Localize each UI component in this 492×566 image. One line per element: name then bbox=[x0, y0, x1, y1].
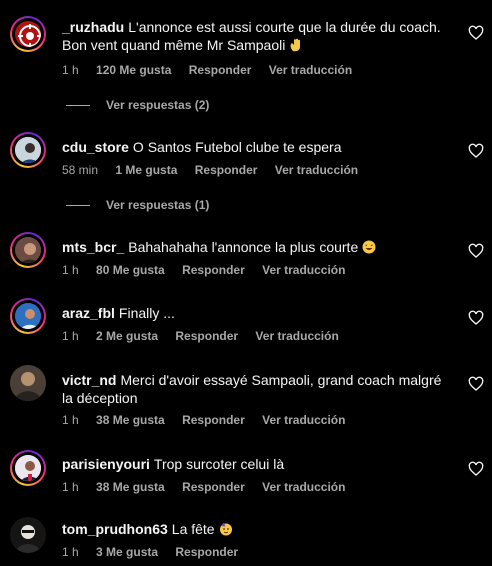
laughing-face-icon bbox=[362, 240, 376, 254]
comment-body: Trop surcoter celui là bbox=[153, 456, 285, 472]
translate-button[interactable]: Ver traducción bbox=[269, 63, 352, 77]
view-replies-label: Ver respuestas (2) bbox=[106, 98, 210, 112]
comment-username[interactable]: victr_nd bbox=[62, 372, 116, 388]
comment-likes[interactable]: 1 Me gusta bbox=[115, 163, 177, 177]
comment-likes[interactable]: 80 Me gusta bbox=[96, 263, 165, 277]
comment-time: 1 h bbox=[62, 413, 79, 427]
comment-body: Bahahahaha l'annonce la plus courte bbox=[128, 239, 359, 255]
comment-text: _ruzhadu L'annonce est aussi courte que l… bbox=[62, 18, 452, 54]
comment-time: 1 h bbox=[62, 63, 79, 77]
avatar-photo bbox=[15, 303, 41, 329]
comment-meta: 1 h 80 Me gusta Responder Ver traducción bbox=[62, 263, 359, 277]
avatar-photo bbox=[15, 237, 41, 263]
comment-meta: 1 h 2 Me gusta Responder Ver traducción bbox=[62, 329, 353, 343]
translate-button[interactable]: Ver traducción bbox=[262, 480, 345, 494]
avatar[interactable] bbox=[10, 16, 46, 52]
comment-text: tom_prudhon63 La fête bbox=[62, 520, 452, 538]
avatar[interactable] bbox=[10, 132, 46, 168]
comment-time: 1 h bbox=[62, 263, 79, 277]
avatar[interactable] bbox=[10, 298, 46, 334]
comment-meta: 1 h 38 Me gusta Responder Ver traducción bbox=[62, 413, 359, 427]
translate-button[interactable]: Ver traducción bbox=[262, 413, 345, 427]
comment-text: cdu_store O Santos Futebol clube te esper… bbox=[62, 138, 452, 156]
like-heart-icon[interactable] bbox=[468, 243, 484, 259]
like-heart-icon[interactable] bbox=[468, 310, 484, 326]
comment-body: O Santos Futebol clube te espera bbox=[132, 139, 342, 155]
avatar[interactable] bbox=[10, 232, 46, 268]
comment-likes[interactable]: 38 Me gusta bbox=[96, 480, 165, 494]
comment-text: mts_bcr_ Bahahahaha l'annonce la plus cou… bbox=[62, 238, 452, 256]
comment-body: La fête bbox=[171, 521, 215, 537]
comment-time: 1 h bbox=[62, 329, 79, 343]
like-heart-icon[interactable] bbox=[468, 25, 484, 41]
comment-time: 1 h bbox=[62, 480, 79, 494]
like-heart-icon[interactable] bbox=[468, 461, 484, 477]
comment-text: parisienyouri Trop surcoter celui là bbox=[62, 455, 452, 473]
avatar[interactable] bbox=[10, 450, 46, 486]
avatar-photo bbox=[10, 365, 46, 401]
comment-text: araz_fbl Finally ... bbox=[62, 304, 452, 322]
reply-button[interactable]: Responder bbox=[182, 263, 245, 277]
like-heart-icon[interactable] bbox=[468, 376, 484, 392]
comment-time: 1 h bbox=[62, 545, 79, 559]
comment-meta: 1 h 120 Me gusta Responder Ver traducció… bbox=[62, 63, 366, 77]
avatar[interactable] bbox=[10, 365, 46, 401]
logo-icon bbox=[18, 24, 41, 47]
view-replies-label: Ver respuestas (1) bbox=[106, 198, 210, 212]
comment-body: Finally ... bbox=[118, 305, 175, 321]
comment-likes[interactable]: 120 Me gusta bbox=[96, 63, 171, 77]
reply-button[interactable]: Responder bbox=[175, 545, 238, 559]
party-face-icon bbox=[219, 522, 232, 536]
reply-button[interactable]: Responder bbox=[189, 63, 252, 77]
avatar-photo bbox=[15, 455, 41, 481]
comment-likes[interactable]: 3 Me gusta bbox=[96, 545, 158, 559]
avatar[interactable] bbox=[10, 517, 46, 553]
view-replies-button[interactable]: Ver respuestas (2) bbox=[66, 98, 209, 112]
comment-username[interactable]: araz_fbl bbox=[62, 305, 115, 321]
waving-hand-icon bbox=[290, 38, 301, 52]
view-replies-button[interactable]: Ver respuestas (1) bbox=[66, 198, 209, 212]
replies-divider bbox=[66, 104, 90, 106]
like-heart-icon[interactable] bbox=[468, 143, 484, 159]
comment-meta: 58 min 1 Me gusta Responder Ver traducci… bbox=[62, 163, 372, 177]
translate-button[interactable]: Ver traducción bbox=[275, 163, 358, 177]
comment-username[interactable]: _ruzhadu bbox=[62, 19, 124, 35]
reply-button[interactable]: Responder bbox=[175, 329, 238, 343]
comment-time: 58 min bbox=[62, 163, 99, 177]
comment-username[interactable]: tom_prudhon63 bbox=[62, 521, 168, 537]
reply-button[interactable]: Responder bbox=[182, 480, 245, 494]
comment-meta: 1 h 3 Me gusta Responder bbox=[62, 545, 252, 559]
comment-body: Merci d'avoir essayé Sampaoli, grand coa… bbox=[62, 372, 442, 406]
comment-username[interactable]: mts_bcr_ bbox=[62, 239, 124, 255]
avatar-photo bbox=[10, 517, 46, 553]
reply-button[interactable]: Responder bbox=[195, 163, 258, 177]
translate-button[interactable]: Ver traducción bbox=[255, 329, 338, 343]
avatar-photo bbox=[15, 137, 41, 163]
translate-button[interactable]: Ver traducción bbox=[262, 263, 345, 277]
comment-meta: 1 h 38 Me gusta Responder Ver traducción bbox=[62, 480, 359, 494]
comment-likes[interactable]: 38 Me gusta bbox=[96, 413, 165, 427]
comment-username[interactable]: parisienyouri bbox=[62, 456, 150, 472]
comment-likes[interactable]: 2 Me gusta bbox=[96, 329, 158, 343]
replies-divider bbox=[66, 204, 90, 206]
comment-text: victr_nd Merci d'avoir essayé Sampaoli, g… bbox=[62, 371, 452, 407]
reply-button[interactable]: Responder bbox=[182, 413, 245, 427]
comment-username[interactable]: cdu_store bbox=[62, 139, 129, 155]
